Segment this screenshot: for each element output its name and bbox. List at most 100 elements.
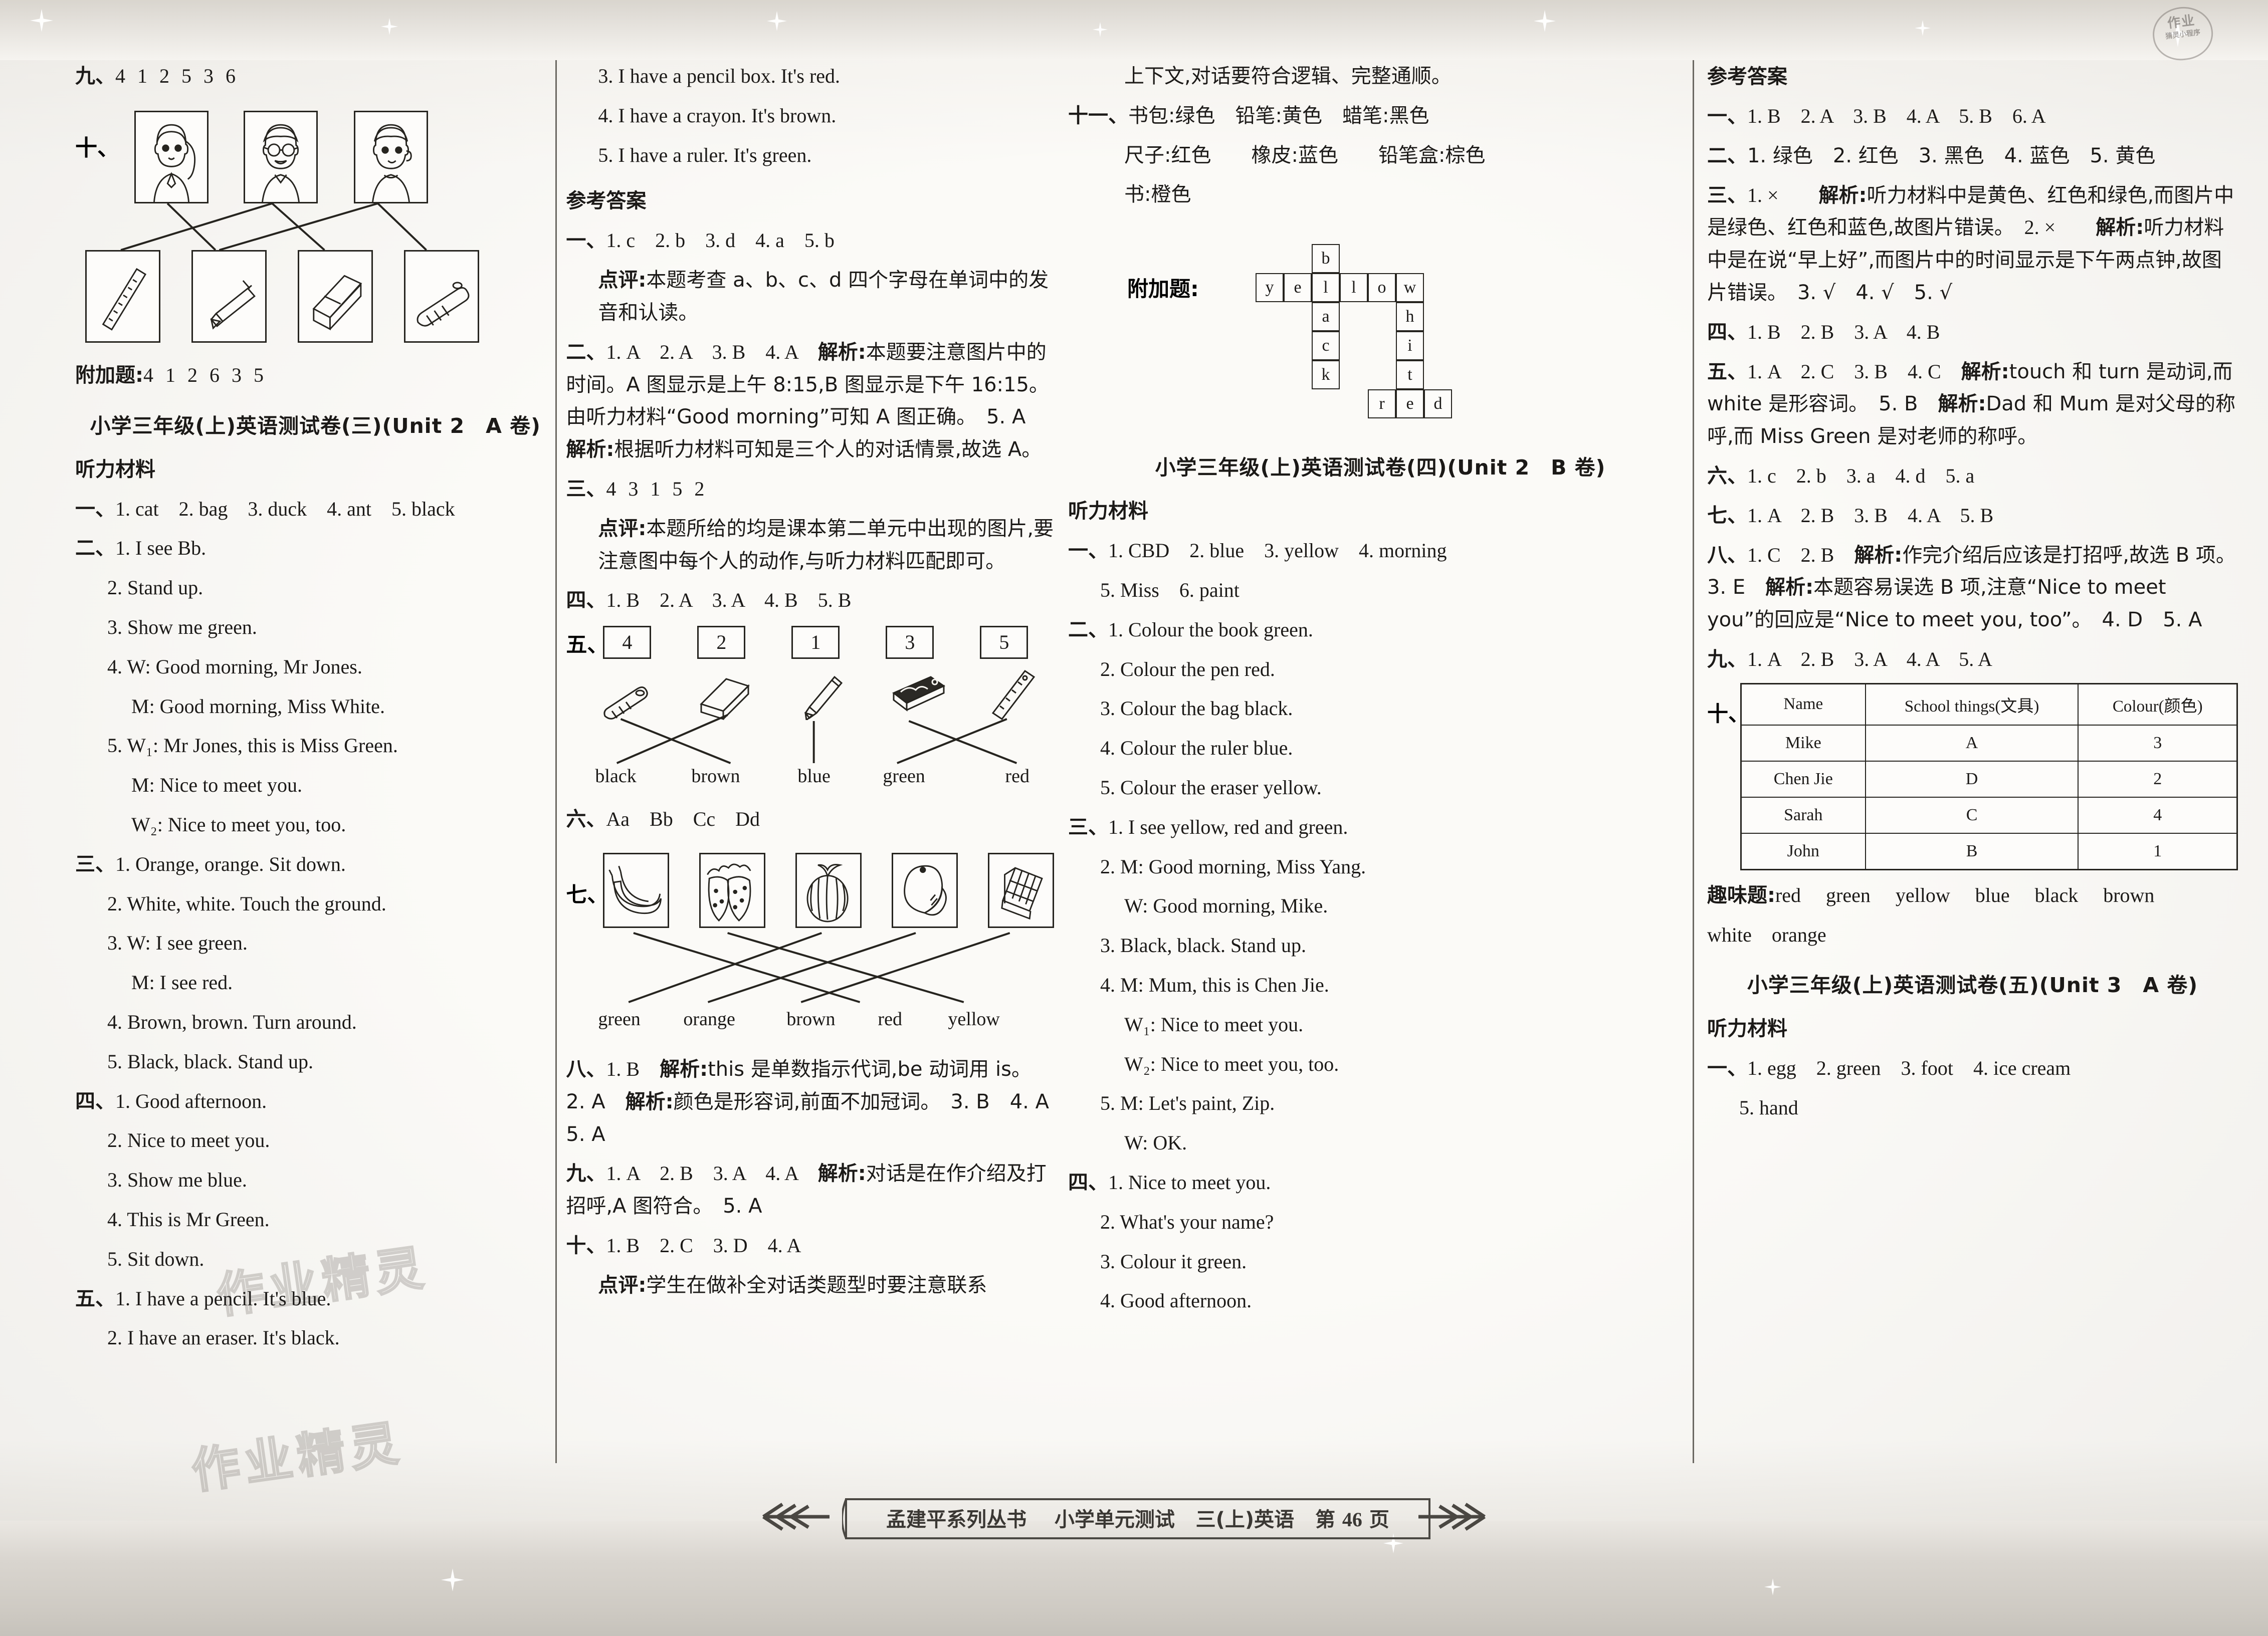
cell-school-thing: C xyxy=(1865,796,2079,834)
colour-word: red xyxy=(1005,766,1029,787)
scan-band-bottom xyxy=(0,1521,2268,1636)
section-label: 四、 xyxy=(75,1089,115,1113)
colour-word: yellow xyxy=(948,1008,1000,1030)
section-answer: 尺子:红色 橡皮:蓝色 铅笔盒:棕色 xyxy=(1124,143,1486,167)
answer-line-2: 二、1. 绿色 2. 红色 3. 黑色 4. 蓝色 5. 黄色 xyxy=(1707,140,2238,172)
listening-line: M: Nice to meet you. xyxy=(131,774,303,797)
section-answer: 1. B xyxy=(606,1057,660,1080)
section-label: 五、 xyxy=(1707,360,1747,383)
line-text: 1. Good afternoon. xyxy=(115,1089,267,1112)
answer-box: 5 xyxy=(980,626,1028,659)
listening-line: 4. This is Mr Green. xyxy=(107,1208,270,1231)
colour-word: blue xyxy=(797,766,831,787)
listening-line: 四、1. Good afternoon. xyxy=(75,1085,555,1118)
answer-line-1: 一、1. B 2. A 3. B 4. A 5. B 6. A xyxy=(1707,100,2238,133)
page-footer: 孟建平系列丛书 小学单元测试 三(上)英语 第 46 页 xyxy=(0,1493,2268,1548)
column-header-school-things: School things(文具) xyxy=(1865,683,2079,726)
crossword-cell: e xyxy=(1396,389,1424,419)
section-label: 十、 xyxy=(1707,701,1749,726)
listening-line: 二、1. Colour the book green. xyxy=(1068,614,1693,646)
section-label: 一、 xyxy=(1707,1057,1747,1080)
section-label: 五、 xyxy=(566,632,608,657)
section-label: 九、 xyxy=(1707,647,1747,671)
crossword-cell: a xyxy=(1312,302,1340,332)
matching-diagram-10: 十、 xyxy=(75,100,555,350)
answer-box: 2 xyxy=(697,626,746,659)
section-label: 二、 xyxy=(1068,618,1109,641)
section-answer: 1. B 2. C 3. D 4. A xyxy=(606,1234,801,1257)
note-label-2: 解析: xyxy=(625,1090,674,1113)
note-text: 学生在做补全对话类题型时要注意联系 xyxy=(646,1273,987,1297)
listening-line: 5. Miss 6. paint xyxy=(1100,578,1240,601)
answer-note: 点评:学生在做补全对话类题型时要注意联系 xyxy=(566,1269,1056,1302)
section-label: 四、 xyxy=(1068,1171,1109,1194)
cell-name: John xyxy=(1740,832,1866,870)
arrow-left-icon xyxy=(762,1503,830,1531)
column-1: 九、4 1 2 5 3 6 十、 附加题:4 1 2 6 3 5 小学三年级(上… xyxy=(75,60,555,1463)
listening-line: 3. Colour the bag black. xyxy=(1100,697,1293,720)
listening-line: 5. hand xyxy=(1739,1096,1798,1119)
listening-line: 5. Black, black. Stand up. xyxy=(107,1050,314,1073)
line-text: 1. cat 2. bag 3. duck 4. ant 5. black xyxy=(115,497,455,520)
note-label-2: 解析: xyxy=(566,438,614,461)
section-label: 二、 xyxy=(75,537,115,560)
answer-line-8: 八、1. C 2. B 解析:作完介绍后应该是打招呼,故选 B 项。 3. E … xyxy=(1707,539,2246,636)
footer-page-prefix: 第 xyxy=(1315,1508,1335,1531)
colour-word: black xyxy=(595,766,637,787)
answers-heading: 参考答案 xyxy=(566,189,647,213)
listening-line: 4. Colour the ruler blue. xyxy=(1100,737,1293,760)
listening-line: W: OK. xyxy=(1124,1131,1187,1154)
crossword-cell: l xyxy=(1312,273,1340,303)
section-answer: 1. B 2. B 3. A 4. B xyxy=(1747,320,1940,343)
footer-title: 小学单元测试 xyxy=(1054,1508,1175,1531)
section-label: 一、 xyxy=(1707,105,1747,128)
strawberries-icon xyxy=(699,852,766,928)
listening-heading: 听力材料 xyxy=(1707,1017,1787,1041)
answer-line-9: 九、4 1 2 5 3 6 xyxy=(75,60,555,93)
colour-word: green xyxy=(598,1008,641,1030)
answer-table-10: 十、 Name School things(文具) Colour(颜色) Mik… xyxy=(1707,682,2238,870)
crossword-cell: l xyxy=(1340,273,1368,303)
listening-line: 一、1. cat 2. bag 3. duck 4. ant 5. black xyxy=(75,493,555,526)
section-label: 三、 xyxy=(75,852,115,876)
crossword-cell: b xyxy=(1312,244,1340,274)
fun-answer: red green yellow blue black brown xyxy=(1775,883,2155,906)
crossword-cell: o xyxy=(1368,273,1396,303)
listening-line: 5. Sit down. xyxy=(107,1247,204,1270)
paper-title-3: 小学三年级(上)英语测试卷(三)(Unit 2 A 卷) xyxy=(90,413,541,438)
listening-line: M: I see red. xyxy=(131,971,233,994)
paper-title-4: 小学三年级(上)英语测试卷(四)(Unit 2 B 卷) xyxy=(1155,455,1606,480)
note-label: 点评: xyxy=(598,1273,647,1297)
footer-subject: 三(上)英语 xyxy=(1195,1508,1295,1531)
answer-line-1: 一、1. c 2. b 3. d 4. a 5. b xyxy=(566,224,1056,257)
listening-line: 5. M: Let's paint, Zip. xyxy=(1100,1092,1275,1115)
sparkle-icon xyxy=(1915,20,1931,36)
cell-name: Mike xyxy=(1740,724,1866,762)
listening-line: 4. Brown, brown. Turn around. xyxy=(107,1010,357,1033)
answer-note-continued: 上下文,对话要符合逻辑、完整通顺。 xyxy=(1068,60,1693,93)
note-text: 本题考查 a、b、c、d 四个字母在单词中的发音和认读。 xyxy=(598,269,1049,324)
sparkle-icon xyxy=(1764,1578,1781,1595)
listening-line: 3. Colour it green. xyxy=(1100,1250,1247,1273)
listening-line: 4. Good afternoon. xyxy=(1100,1289,1252,1312)
bonus-crossword: 附加题: b y e l l o w a h c i k t r e d xyxy=(1068,218,1693,433)
listening-line: 一、1. egg 2. green 3. foot 4. ice cream xyxy=(1707,1052,2238,1085)
line-text: 1. Nice to meet you. xyxy=(1108,1171,1271,1194)
section-label: 十一、 xyxy=(1068,104,1129,127)
answer-line-9: 九、1. A 2. B 3. A 4. A 解析:对话是在作介绍及打招呼,A 图… xyxy=(566,1157,1056,1223)
footer-bar: 孟建平系列丛书 小学单元测试 三(上)英语 第 46 页 xyxy=(842,1496,1433,1542)
fun-question-line: 趣味题:red green yellow blue black brown xyxy=(1707,879,2238,912)
answer-line-6: 六、Aa Bb Cc Dd xyxy=(566,803,1056,836)
tool-card-eraser xyxy=(298,250,373,343)
section-answer: 1. A 2. A 3. B 4. A xyxy=(606,340,798,363)
section-label: 八、 xyxy=(1707,543,1747,567)
answer-line-5: 五、 4 2 1 3 5 xyxy=(566,624,1056,665)
section-answer: 4 1 2 5 3 6 xyxy=(115,65,239,87)
arrow-right-icon xyxy=(1418,1503,1486,1531)
section-label: 一、 xyxy=(75,497,115,521)
bonus-label: 附加题: xyxy=(1127,277,1199,302)
crossword-cell: r xyxy=(1368,389,1396,419)
colour-word: brown xyxy=(691,766,740,787)
line-text: 1. Colour the book green. xyxy=(1108,618,1313,641)
note-label: 点评: xyxy=(598,269,647,292)
